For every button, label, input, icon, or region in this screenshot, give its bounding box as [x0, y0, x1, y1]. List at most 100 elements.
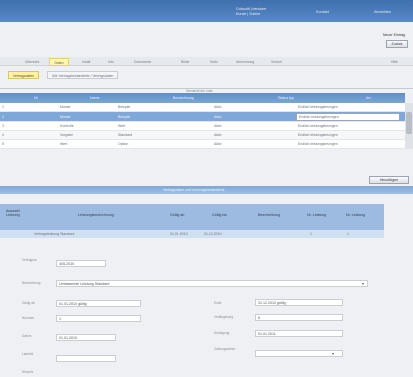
cancellation-value: 01.01.2011: [258, 332, 276, 336]
cell-nr: 4: [2, 133, 4, 137]
col-name[interactable]: Name: [90, 96, 100, 100]
col-description[interactable]: Bezeichnung: [173, 96, 194, 100]
cell-type: Endlich leistungsbezogen: [298, 133, 338, 137]
valid-from-field[interactable]: 01.01.2010 gültig: [56, 300, 141, 307]
cell-nr: 3: [2, 124, 4, 128]
cell-desc: Beispiel: [118, 115, 131, 119]
date-field[interactable]: 01.01.2010: [56, 334, 116, 341]
table-row[interactable]: 5 Wert Option Aktiv Endlich leistungsbez…: [0, 140, 405, 149]
field-label-contract-nr: Vertragsnr.: [22, 258, 38, 262]
valid-from-value: 01.01.2010 gültig: [59, 302, 87, 306]
table2-caption: Vertragsdaten und Leistungsbestandteile: [163, 188, 225, 192]
cell-name: Wert: [60, 142, 68, 146]
new-entry-link[interactable]: Neuer Eintrag: [383, 33, 405, 37]
tab-content[interactable]: Inhalt: [82, 58, 90, 66]
contract-nr-field[interactable]: 405-2010: [56, 260, 106, 267]
table2-caption-bar: Vertragsdaten und Leistungsbestandteile: [0, 186, 413, 194]
table1-scroll-thumb[interactable]: [406, 112, 412, 134]
cell-service-nr-1: 1: [310, 232, 312, 236]
field-label-cancellation: Kündigung: [214, 331, 230, 335]
field-label-note: Hinweis: [22, 370, 34, 374]
cell-service-nr-2: 1: [347, 232, 349, 236]
tab-overview[interactable]: Übersicht: [25, 58, 39, 66]
chevron-down-icon: ▾: [361, 281, 364, 286]
add-button[interactable]: Hinzufügen: [369, 176, 409, 184]
col-nr[interactable]: Nr: [34, 96, 38, 100]
col-type[interactable]: Art: [366, 96, 371, 100]
user-line-2: Kunde | Zuletzt: [236, 11, 261, 16]
table-row[interactable]: 4 Vorgabe Standard Aktiv Endlich leistun…: [0, 131, 405, 140]
contact-link[interactable]: Kontakt: [316, 10, 329, 14]
table-row[interactable]: 3 Kontrolle Wert Aktiv Endlich leistungs…: [0, 122, 405, 131]
user-line-1: Crdaudit | benutzer: [236, 7, 267, 11]
number-field[interactable]: 1: [56, 315, 141, 322]
cell-nr: 5: [2, 142, 4, 146]
cell-status: Aktiv: [214, 124, 222, 128]
subtab-contract-data[interactable]: Vertragsdaten: [8, 71, 40, 79]
col-valid-to[interactable]: Gültig bis: [212, 213, 227, 217]
field-label-duration: Laufzeit: [22, 352, 34, 356]
cell-desc: Option: [118, 142, 129, 146]
extension-value: 6: [258, 316, 260, 320]
table-row-selected[interactable]: 2 Muster Beispiel Aktiv Endlich leistung…: [0, 112, 405, 122]
contract-nr-value: 405-2010: [59, 262, 75, 266]
designation-select[interactable]: Umfassende Leistung Standard ▾: [56, 280, 368, 287]
cell-status: Aktiv: [214, 105, 222, 109]
tab-history[interactable]: Verlauf: [271, 58, 282, 66]
cancellation-field[interactable]: 01.01.2011: [255, 330, 343, 337]
type-select[interactable]: Endlich leistungsbezogen: [296, 113, 400, 121]
table1-header: [0, 93, 405, 103]
tab-info[interactable]: Info: [108, 58, 114, 66]
col-service-nr-2[interactable]: Nr. Leistung: [346, 213, 365, 217]
date-value: 01.01.2010: [59, 336, 77, 340]
cell-status: Aktiv: [214, 142, 222, 146]
designation-value: Umfassende Leistung Standard: [59, 282, 110, 286]
cell-type: Endlich leistungsbezogen: [298, 105, 338, 109]
cell-desc: Standard: [118, 133, 133, 137]
top-bar: [0, 0, 413, 22]
col-service-nr-1[interactable]: Nr. Leistung: [307, 213, 326, 217]
col-valid-from[interactable]: Gültig ab: [170, 213, 184, 217]
cell-desc: Beispiel: [118, 105, 131, 109]
cell-name: Muster: [60, 115, 71, 119]
table-row[interactable]: Vertragsleistung Standard 01.01.2010 31.…: [0, 230, 384, 238]
tab-images[interactable]: Bilder: [181, 58, 190, 66]
duration-field[interactable]: [56, 355, 116, 362]
extension-field[interactable]: 6: [255, 314, 343, 321]
cell-nr: 1: [2, 105, 4, 109]
field-label-date: Datum: [22, 334, 32, 338]
tab-help[interactable]: Hilfe: [391, 58, 398, 66]
field-label-payment: Zahlungsweise: [214, 347, 236, 351]
back-button[interactable]: Zurück: [386, 40, 408, 48]
field-label-extension: Verlängerung: [214, 315, 233, 319]
col-status[interactable]: Status typ: [278, 96, 294, 100]
cell-valid-to: 31.12.2010: [204, 232, 222, 236]
cell-service: Vertragsleistung Standard: [34, 232, 75, 236]
cell-type: Endlich leistungsbezogen: [298, 124, 338, 128]
table-row[interactable]: 1 Muster Beispiel Aktiv Endlich leistung…: [0, 103, 405, 112]
payment-select[interactable]: ▾: [255, 350, 343, 357]
chevron-down-icon: ▾: [331, 351, 334, 356]
cell-valid-from: 01.01.2010: [170, 232, 188, 236]
tab-billing[interactable]: Abrechnung: [236, 58, 254, 66]
col-select[interactable]: Auswahl Leistung: [6, 209, 28, 217]
tab-data[interactable]: Daten: [49, 58, 69, 66]
cell-name: Kontrolle: [60, 124, 74, 128]
field-label-number: Nummer: [22, 316, 35, 320]
col-service[interactable]: Leistungsbezeichnung: [78, 213, 114, 217]
cell-status: Aktiv: [214, 133, 222, 137]
tab-notes[interactable]: Notiz: [210, 58, 218, 66]
col-description[interactable]: Beschreibung: [258, 213, 280, 217]
type-select-value: Endlich leistungsbezogen: [299, 115, 339, 119]
table2-header: [0, 204, 384, 230]
user-info: Crdaudit | benutzer Kunde | Zuletzt: [236, 7, 267, 16]
end-field[interactable]: 31.12.2010 gültig: [255, 299, 343, 306]
number-value: 1: [59, 317, 61, 321]
cell-desc: Wert: [118, 124, 126, 128]
cell-nr: 2: [2, 115, 4, 119]
logout-link[interactable]: Abmelden: [374, 10, 391, 14]
cell-name: Muster: [60, 105, 71, 109]
cell-type: Endlich leistungsbezogen: [298, 142, 338, 146]
tab-documents[interactable]: Dokumente: [134, 58, 151, 66]
subtab-all-parts[interactable]: Alle Vertragsbestandteile / Vertragsdate…: [47, 71, 119, 79]
